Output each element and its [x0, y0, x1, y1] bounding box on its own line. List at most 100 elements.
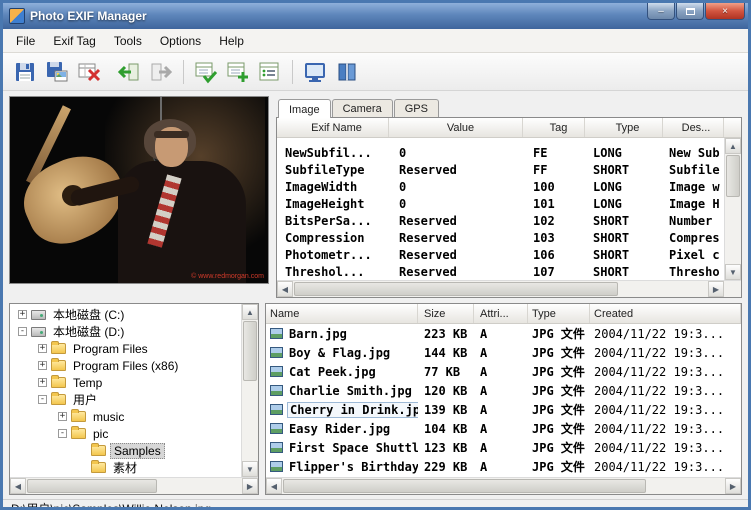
- file-row[interactable]: First Space Shuttl...123 KBAJPG 文件2004/1…: [266, 438, 741, 457]
- tree-item-program-files-x86[interactable]: + Program Files (x86): [10, 357, 241, 374]
- tree-item-music[interactable]: + music: [10, 408, 241, 425]
- exif-row[interactable]: ImageHeight0101LONGImage H: [277, 195, 724, 212]
- file-type: JPG 文件: [528, 420, 590, 437]
- expander-icon[interactable]: +: [58, 412, 67, 421]
- file-row[interactable]: Charlie Smith.jpg120 KBAJPG 文件2004/11/22…: [266, 381, 741, 400]
- expander-icon[interactable]: +: [38, 344, 47, 353]
- scroll-right-icon[interactable]: ▶: [242, 478, 258, 494]
- file-size: 104 KB: [418, 422, 474, 436]
- tree-vertical-scrollbar[interactable]: ▲ ▼: [241, 304, 258, 477]
- menu-file[interactable]: File: [7, 31, 44, 51]
- title-bar[interactable]: Photo EXIF Manager – ×: [3, 3, 748, 29]
- file-row[interactable]: Easy Rider.jpg104 KBAJPG 文件2004/11/22 19…: [266, 419, 741, 438]
- maximize-button[interactable]: [676, 3, 704, 20]
- menu-exif-tag[interactable]: Exif Tag: [44, 31, 104, 51]
- close-button[interactable]: ×: [705, 3, 745, 20]
- scroll-up-icon[interactable]: ▲: [242, 304, 258, 320]
- viewer-icon[interactable]: [300, 57, 330, 87]
- file-size: 144 KB: [418, 346, 474, 360]
- file-row[interactable]: Boy & Flag.jpg144 KBAJPG 文件2004/11/22 19…: [266, 343, 741, 362]
- tab-image[interactable]: Image: [278, 99, 331, 118]
- expander-icon[interactable]: +: [38, 361, 47, 370]
- file-row-selected[interactable]: Cherry in Drink.jpg139 KBAJPG 文件2004/11/…: [266, 400, 741, 419]
- col-exif-name[interactable]: Exif Name: [277, 118, 389, 137]
- exif-tag-cell: 107: [523, 265, 585, 279]
- scrollbar-thumb[interactable]: [726, 155, 740, 197]
- scroll-down-icon[interactable]: ▼: [725, 264, 741, 280]
- tree-item-sucai[interactable]: 素材: [10, 459, 241, 476]
- col-description[interactable]: Des...: [663, 118, 724, 137]
- toolbar: [3, 53, 748, 91]
- tab-gps[interactable]: GPS: [394, 99, 439, 117]
- expander-icon[interactable]: +: [38, 378, 47, 387]
- exif-row[interactable]: Photometr...Reserved106SHORTPixel c: [277, 246, 724, 263]
- col-type[interactable]: Type: [585, 118, 663, 137]
- save-icon[interactable]: [10, 57, 40, 87]
- scroll-right-icon[interactable]: ▶: [708, 281, 724, 297]
- tree-item-pic[interactable]: - pic: [10, 425, 241, 442]
- expander-icon[interactable]: -: [38, 395, 47, 404]
- expander-icon[interactable]: +: [18, 310, 27, 319]
- save-image-icon[interactable]: [42, 57, 72, 87]
- exif-row[interactable]: Threshol...Reserved107SHORTThresho: [277, 263, 724, 280]
- import-back-icon[interactable]: [114, 57, 144, 87]
- delete-tags-icon[interactable]: [74, 57, 104, 87]
- scrollbar-thumb[interactable]: [243, 321, 257, 381]
- exif-type-cell: LONG: [585, 146, 663, 160]
- expander-icon[interactable]: -: [58, 429, 67, 438]
- exif-row[interactable]: CompressionReserved103SHORTCompres: [277, 229, 724, 246]
- scroll-left-icon[interactable]: ◀: [277, 281, 293, 297]
- menu-tools[interactable]: Tools: [105, 31, 151, 51]
- exif-horizontal-scrollbar[interactable]: ◀ ▶: [277, 280, 741, 297]
- exif-row[interactable]: ImageWidth0100LONGImage w: [277, 178, 724, 195]
- file-type: JPG 文件: [528, 439, 590, 456]
- tree-horizontal-scrollbar[interactable]: ◀ ▶: [10, 477, 258, 494]
- col-name[interactable]: Name: [266, 304, 418, 323]
- exif-row[interactable]: NewSubfil...0FELONGNew Sub: [277, 144, 724, 161]
- tab-camera[interactable]: Camera: [332, 99, 393, 117]
- export-forward-icon[interactable]: [146, 57, 176, 87]
- edit-tags-icon[interactable]: [191, 57, 221, 87]
- scroll-up-icon[interactable]: ▲: [725, 138, 741, 154]
- expander-icon[interactable]: -: [18, 327, 27, 336]
- file-row[interactable]: Barn.jpg223 KBAJPG 文件2004/11/22 19:3...: [266, 324, 741, 343]
- minimize-button[interactable]: –: [647, 3, 675, 20]
- scrollbar-thumb[interactable]: [27, 479, 157, 493]
- add-tag-icon[interactable]: [223, 57, 253, 87]
- tree-item-temp[interactable]: + Temp: [10, 374, 241, 391]
- exif-tag-cell: 100: [523, 180, 585, 194]
- tree-item-drive-d[interactable]: - 本地磁盘 (D:): [10, 323, 241, 340]
- image-file-icon: [270, 347, 283, 358]
- scrollbar-thumb[interactable]: [283, 479, 646, 493]
- file-list-horizontal-scrollbar[interactable]: ◀ ▶: [266, 477, 741, 494]
- scroll-left-icon[interactable]: ◀: [266, 478, 282, 494]
- tag-list-icon[interactable]: [255, 57, 285, 87]
- file-name: Cat Peek.jpg: [287, 365, 378, 379]
- tree-item-program-files[interactable]: + Program Files: [10, 340, 241, 357]
- exif-value-cell: 0: [389, 180, 523, 194]
- tree-item-users[interactable]: - 用户: [10, 391, 241, 408]
- menu-help[interactable]: Help: [210, 31, 253, 51]
- help-icon[interactable]: [332, 57, 362, 87]
- scroll-down-icon[interactable]: ▼: [242, 461, 258, 477]
- tree-item-samples[interactable]: Samples: [10, 442, 241, 459]
- scroll-right-icon[interactable]: ▶: [725, 478, 741, 494]
- col-value[interactable]: Value: [389, 118, 523, 137]
- exif-row[interactable]: SubfileTypeReservedFFSHORTSubfile: [277, 161, 724, 178]
- col-attributes[interactable]: Attri...: [474, 304, 528, 323]
- scrollbar-thumb[interactable]: [294, 282, 618, 296]
- exif-vertical-scrollbar[interactable]: ▲ ▼: [724, 138, 741, 280]
- file-size: 229 KB: [418, 460, 474, 474]
- col-created[interactable]: Created: [590, 304, 741, 323]
- col-type[interactable]: Type: [528, 304, 590, 323]
- col-size[interactable]: Size: [418, 304, 474, 323]
- tree-item-drive-c[interactable]: + 本地磁盘 (C:): [10, 306, 241, 323]
- col-tag[interactable]: Tag: [523, 118, 585, 137]
- file-row[interactable]: Flipper's Birthday...229 KBAJPG 文件2004/1…: [266, 457, 741, 476]
- scroll-left-icon[interactable]: ◀: [10, 478, 26, 494]
- exif-row[interactable]: BitsPerSa...Reserved102SHORTNumber: [277, 212, 724, 229]
- file-row[interactable]: Cat Peek.jpg77 KBAJPG 文件2004/11/22 19:3.…: [266, 362, 741, 381]
- file-created: 2004/11/22 19:3...: [590, 460, 741, 474]
- status-bar: D:\用户\pic\Samples\Willie Nelson.jpg: [3, 499, 748, 510]
- menu-options[interactable]: Options: [151, 31, 210, 51]
